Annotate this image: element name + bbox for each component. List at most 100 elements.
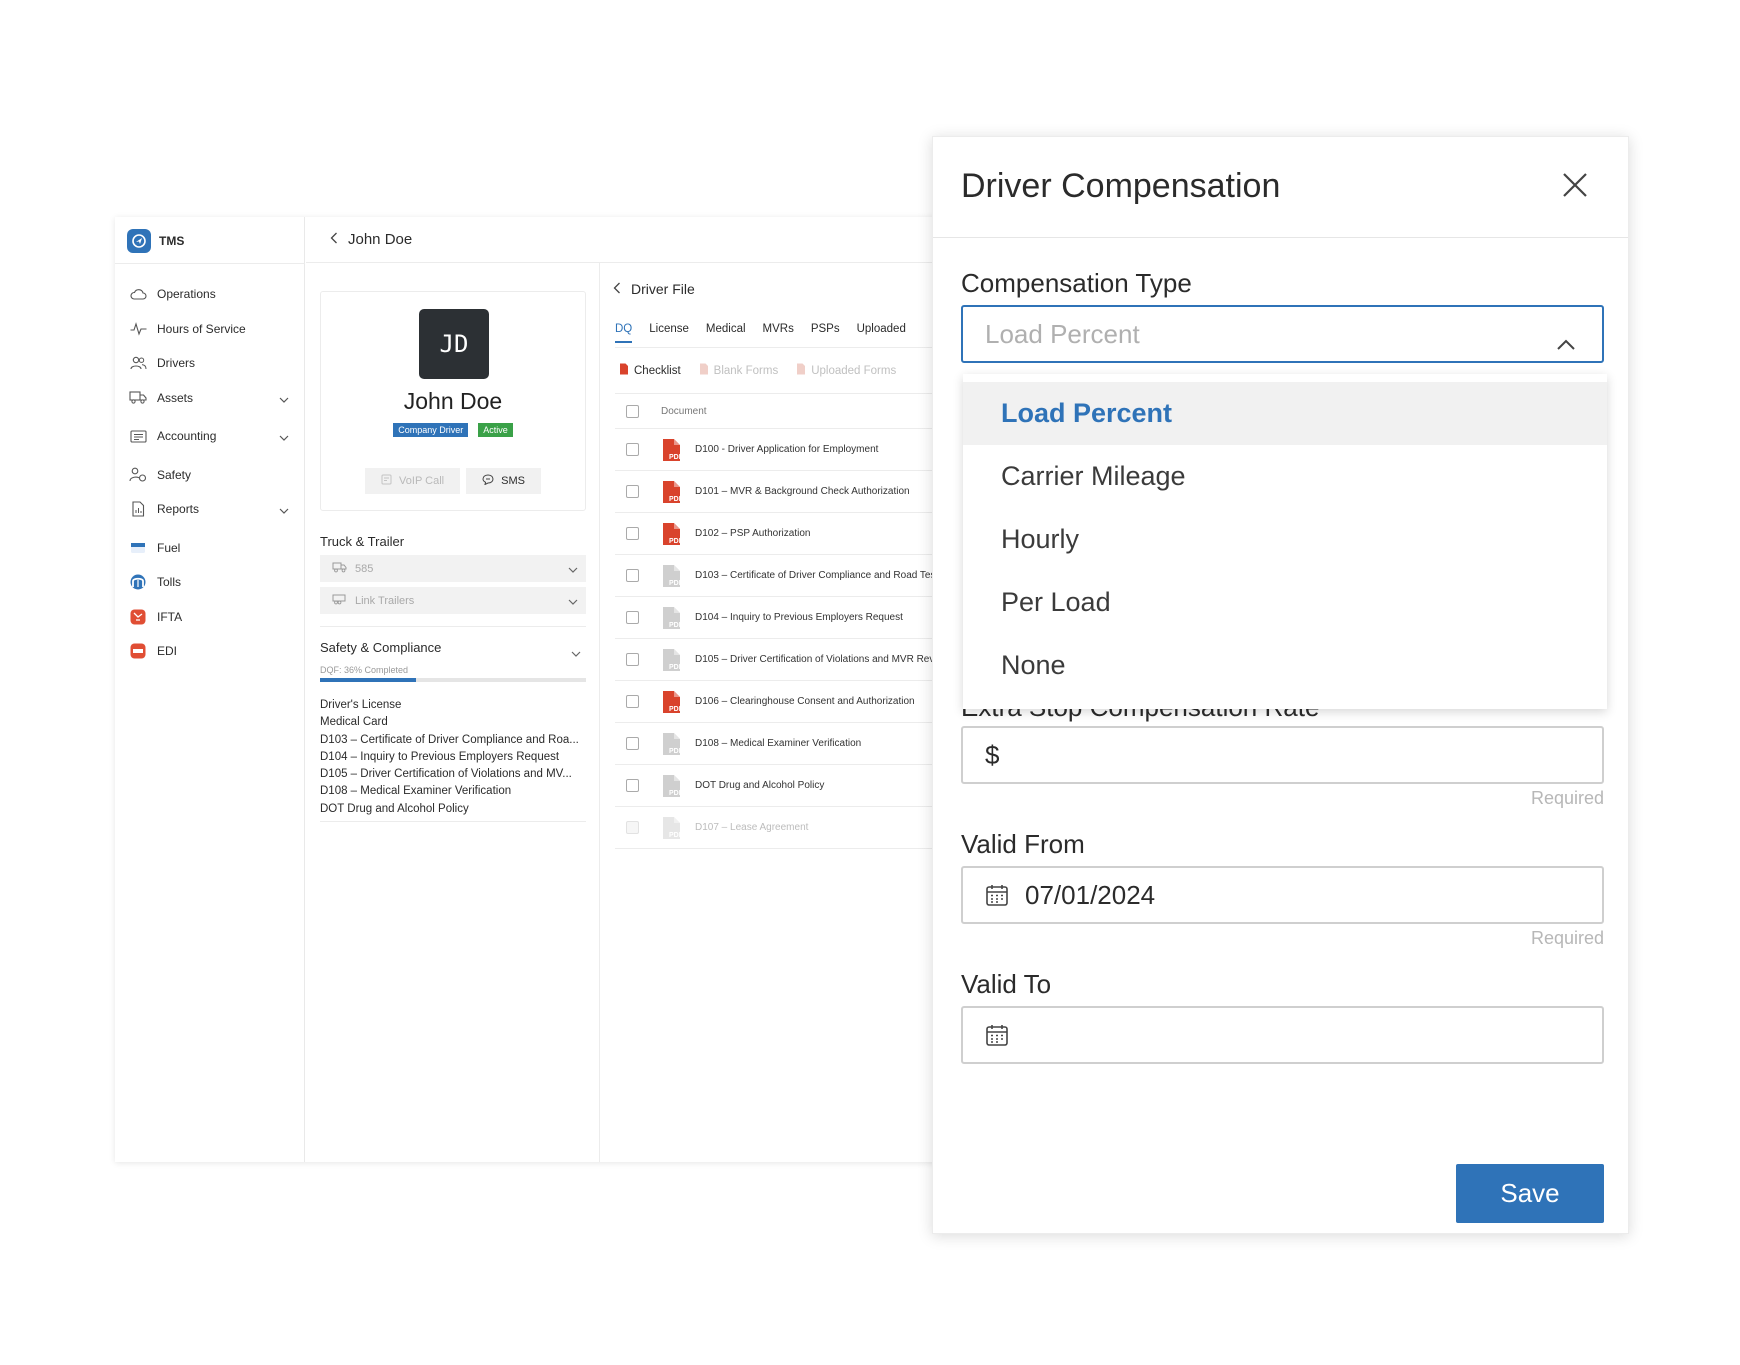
sidebar-item-tolls[interactable]: Tolls (129, 565, 293, 600)
table-row[interactable]: PDF D101 – MVR & Background Check Authori… (615, 471, 945, 513)
chevron-down-icon (568, 596, 578, 608)
option-hourly[interactable]: Hourly (963, 508, 1607, 571)
table-row[interactable]: PDF D108 – Medical Examiner Verification (615, 723, 945, 765)
list-item[interactable]: D104 – Inquiry to Previous Employers Req… (320, 749, 586, 766)
row-checkbox[interactable] (626, 821, 639, 834)
sidebar-item-label: Hours of Service (157, 321, 246, 336)
row-checkbox[interactable] (626, 443, 639, 456)
phone-icon (381, 474, 392, 488)
sidebar-item-edi[interactable]: EDI (129, 634, 293, 669)
chevron-down-icon[interactable] (279, 503, 289, 517)
sidebar-item-operations[interactable]: Operations (129, 277, 293, 312)
row-checkbox[interactable] (626, 569, 639, 582)
row-checkbox[interactable] (626, 653, 639, 666)
document-name[interactable]: D101 – MVR & Background Check Authorizat… (695, 486, 910, 497)
calendar-icon[interactable] (985, 883, 1009, 907)
voip-call-button[interactable]: VoIP Call (365, 468, 461, 494)
document-name[interactable]: D108 – Medical Examiner Verification (695, 738, 861, 749)
compensation-type-dropdown: Load Percent Carrier Mileage Hourly Per Loa… (963, 374, 1607, 709)
fuel-icon (129, 539, 147, 557)
truck-select[interactable]: 585 (320, 555, 586, 582)
select-all-checkbox[interactable] (626, 404, 639, 418)
app-logo[interactable]: TMS (127, 229, 184, 253)
pdf-icon (619, 363, 629, 378)
table-row[interactable]: PDF D107 – Lease Agreement (615, 807, 945, 849)
table-row[interactable]: PDF DOT Drug and Alcohol Policy (615, 765, 945, 807)
option-carrier-mileage[interactable]: Carrier Mileage (963, 445, 1607, 508)
document-name[interactable]: D106 – Clearinghouse Consent and Authori… (695, 696, 915, 707)
row-checkbox[interactable] (626, 611, 639, 624)
subtab-checklist[interactable]: Checklist (619, 363, 681, 378)
chevron-down-icon[interactable] (279, 392, 289, 406)
sidebar-item-hours-of-service[interactable]: Hours of Service (129, 312, 293, 347)
list-item[interactable]: DOT Drug and Alcohol Policy (320, 801, 586, 818)
sidebar-item-safety[interactable]: Safety (129, 458, 293, 493)
sidebar-item-fuel[interactable]: Fuel (129, 531, 293, 566)
tab-dq[interactable]: DQ (615, 323, 633, 343)
compensation-type-select[interactable]: Load Percent (961, 305, 1604, 363)
list-item[interactable]: Medical Card (320, 714, 586, 731)
list-item[interactable]: Driver's License (320, 697, 586, 714)
svg-text:PDF: PDF (669, 790, 683, 797)
document-name[interactable]: D102 – PSP Authorization (695, 528, 810, 539)
tab-medical[interactable]: Medical (706, 323, 746, 343)
subtab-label: Uploaded Forms (811, 364, 897, 377)
trailer-placeholder: Link Trailers (355, 594, 415, 607)
subtab-blank-forms[interactable]: Blank Forms (699, 363, 778, 378)
document-name[interactable]: DOT Drug and Alcohol Policy (695, 780, 824, 791)
tab-psps[interactable]: PSPs (811, 323, 840, 343)
sms-label: SMS (501, 475, 525, 487)
sidebar-item-ifta[interactable]: IFTA (129, 600, 293, 635)
row-checkbox[interactable] (626, 737, 639, 750)
valid-to-date-input[interactable] (961, 1006, 1604, 1064)
option-none[interactable]: None (963, 634, 1607, 697)
document-name[interactable]: D105 – Driver Certification of Violation… (695, 654, 945, 665)
driver-file-tabs: DQ License Medical MVRs PSPs Uploaded (615, 323, 906, 343)
table-row[interactable]: PDF D100 - Driver Application for Employm… (615, 429, 945, 471)
sidebar-item-reports[interactable]: Reports (129, 492, 293, 527)
calendar-icon[interactable] (985, 1023, 1009, 1047)
table-row[interactable]: PDF D104 – Inquiry to Previous Employers … (615, 597, 945, 639)
back-chevron-icon[interactable] (613, 281, 621, 297)
sms-button[interactable]: SMS (466, 468, 541, 494)
tab-mvrs[interactable]: MVRs (763, 323, 794, 343)
list-item[interactable]: D105 – Driver Certification of Violation… (320, 766, 586, 783)
tab-license[interactable]: License (649, 323, 689, 343)
document-name[interactable]: D100 - Driver Application for Employment (695, 444, 878, 455)
sidebar-item-assets[interactable]: Assets (129, 381, 293, 416)
list-item[interactable]: D103 – Certificate of Driver Compliance … (320, 732, 586, 749)
chevron-down-icon[interactable] (571, 644, 581, 662)
avatar: JD (419, 309, 489, 379)
save-button[interactable]: Save (1456, 1164, 1604, 1223)
table-row[interactable]: PDF D102 – PSP Authorization (615, 513, 945, 555)
chevron-down-icon[interactable] (279, 430, 289, 444)
option-load-percent[interactable]: Load Percent (963, 382, 1607, 445)
back-chevron-icon[interactable] (330, 231, 338, 248)
tab-uploaded[interactable]: Uploaded (857, 323, 906, 343)
document-name[interactable]: D104 – Inquiry to Previous Employers Req… (695, 612, 903, 623)
option-per-load[interactable]: Per Load (963, 571, 1607, 634)
row-checkbox[interactable] (626, 485, 639, 498)
valid-from-date-input[interactable]: 07/01/2024 (961, 866, 1604, 924)
list-item[interactable]: D108 – Medical Examiner Verification (320, 783, 586, 800)
sidebar-item-drivers[interactable]: Drivers (129, 346, 293, 381)
dqf-progress-bar (320, 678, 586, 682)
row-checkbox[interactable] (626, 779, 639, 792)
subtab-uploaded-forms[interactable]: Uploaded Forms (796, 363, 896, 378)
table-row[interactable]: PDF D106 – Clearinghouse Consent and Auth… (615, 681, 945, 723)
sidebar-item-accounting[interactable]: Accounting (129, 419, 293, 454)
table-row[interactable]: PDF D103 – Certificate of Driver Complian… (615, 555, 945, 597)
document-name[interactable]: D103 – Certificate of Driver Compliance … (695, 570, 938, 581)
document-name[interactable]: D107 – Lease Agreement (695, 822, 808, 833)
table-row[interactable]: PDF D105 – Driver Certification of Violat… (615, 639, 945, 681)
extra-stop-rate-input[interactable]: $ (961, 726, 1604, 784)
row-checkbox[interactable] (626, 695, 639, 708)
svg-text:PDF: PDF (669, 706, 683, 713)
truck-trailer-title: Truck & Trailer (320, 534, 405, 549)
row-checkbox[interactable] (626, 527, 639, 540)
close-button[interactable] (1561, 171, 1589, 199)
driver-compensation-modal: Driver Compensation Compensation Type Lo… (932, 136, 1629, 1234)
app-name: TMS (159, 234, 185, 248)
trailer-select[interactable]: Link Trailers (320, 587, 586, 614)
driver-file-header[interactable]: Driver File (613, 281, 695, 297)
